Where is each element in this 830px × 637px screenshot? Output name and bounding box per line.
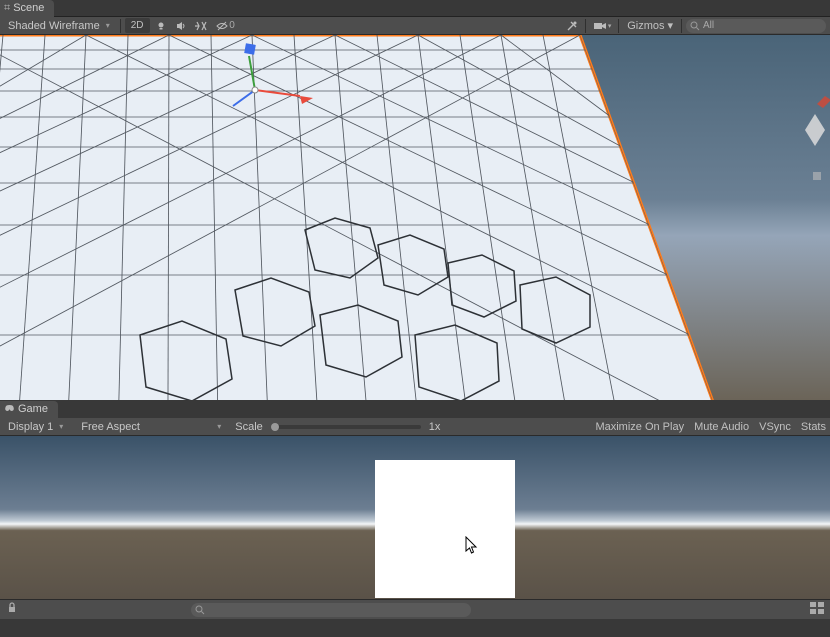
chevron-down-icon: ▾ — [217, 422, 221, 431]
stats-toggle[interactable]: Stats — [801, 421, 826, 433]
2d-label: 2D — [131, 20, 144, 31]
gizmos-label: Gizmos — [627, 20, 664, 32]
light-icon[interactable] — [152, 18, 170, 34]
scene-tab-icon: ⌗ — [4, 2, 10, 15]
vsync-toggle[interactable]: VSync — [759, 421, 791, 433]
display-label: Display 1 — [8, 421, 53, 433]
maximize-on-play-toggle[interactable]: Maximize On Play — [595, 421, 684, 433]
search-icon — [690, 21, 700, 31]
status-bar — [0, 599, 830, 619]
shading-mode-label: Shaded Wireframe — [8, 20, 100, 32]
audio-icon[interactable] — [172, 18, 190, 34]
project-search[interactable] — [191, 603, 471, 617]
chevron-down-icon: ▾ — [608, 22, 612, 30]
game-tab-label: Game — [18, 403, 48, 415]
menu-icon[interactable] — [810, 602, 824, 617]
chevron-down-icon: ▾ — [59, 422, 63, 431]
game-toolbar: Display 1 ▾ Free Aspect ▾ Scale 1x Maxim… — [0, 418, 830, 436]
scene-viewport[interactable] — [0, 35, 830, 400]
scene-tab[interactable]: ⌗ Scene — [0, 0, 54, 17]
scene-tab-bar: ⌗ Scene — [0, 0, 830, 17]
shading-mode-dropdown[interactable]: Shaded Wireframe ▾ — [4, 18, 116, 34]
search-icon — [195, 605, 205, 615]
game-tab[interactable]: Game — [0, 401, 58, 418]
chevron-down-icon: ▾ — [106, 21, 110, 30]
aspect-dropdown[interactable]: Free Aspect ▾ — [77, 419, 227, 435]
scene-search[interactable]: All — [686, 19, 826, 33]
game-tab-bar: Game — [0, 400, 830, 418]
scale-slider[interactable] — [271, 425, 421, 429]
scale-value: 1x — [429, 421, 441, 433]
divider — [681, 19, 682, 33]
aspect-label: Free Aspect — [81, 421, 140, 433]
mute-audio-toggle[interactable]: Mute Audio — [694, 421, 749, 433]
orientation-gizmo — [805, 96, 830, 180]
hidden-count: 0 — [229, 20, 235, 31]
camera-icon[interactable]: ▾ — [590, 18, 614, 34]
game-tab-icon — [4, 402, 15, 416]
divider — [120, 19, 121, 33]
rendered-cube — [375, 460, 515, 598]
game-viewport[interactable] — [0, 436, 830, 599]
lock-icon[interactable] — [6, 602, 18, 617]
divider — [585, 19, 586, 33]
chevron-down-icon: ▾ — [667, 19, 673, 32]
display-dropdown[interactable]: Display 1 ▾ — [4, 419, 69, 435]
hidden-icon[interactable]: 0 — [212, 18, 240, 34]
search-prefix: All — [703, 20, 714, 31]
scene-tab-label: Scene — [13, 2, 44, 14]
fx-icon[interactable] — [192, 18, 210, 34]
cursor-icon — [465, 536, 479, 557]
divider — [618, 19, 619, 33]
scale-label: Scale — [235, 421, 263, 433]
gizmos-dropdown[interactable]: Gizmos ▾ — [623, 19, 677, 32]
2d-toggle[interactable]: 2D — [125, 18, 150, 33]
tools-icon[interactable] — [563, 18, 581, 34]
scene-toolbar: Shaded Wireframe ▾ 2D 0 ▾ Gizmos ▾ All — [0, 17, 830, 35]
